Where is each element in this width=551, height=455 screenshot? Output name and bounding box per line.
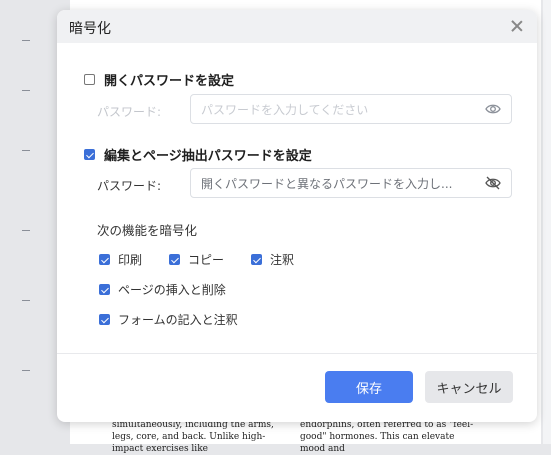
print-label: 印刷 [118, 253, 143, 267]
open-password-option[interactable]: 開くパスワードを設定 [84, 70, 234, 89]
open-password-placeholder: パスワードを入力してください [201, 102, 369, 117]
cancel-button[interactable]: キャンセル [425, 371, 513, 403]
scrollbar-track[interactable] [543, 0, 551, 444]
dialog-header: 暗号化 [57, 10, 537, 43]
annotate-checkbox[interactable] [251, 254, 262, 265]
document-edge-marks [22, 0, 32, 444]
open-password-field-label: パスワード: [97, 105, 162, 119]
edit-password-input[interactable]: 開くパスワードと異なるパスワードを入力し... [190, 168, 512, 198]
document-text-column-2: endorphins, often referred to as "feel-g… [300, 420, 474, 454]
edit-password-field-label: パスワード: [97, 179, 162, 193]
option-annotate[interactable]: 注釈 [251, 251, 294, 268]
open-password-checkbox[interactable] [84, 74, 95, 85]
insert-delete-checkbox[interactable] [99, 284, 110, 295]
print-checkbox[interactable] [99, 254, 110, 265]
form-fill-label: フォームの記入と注釈 [118, 313, 238, 327]
option-copy[interactable]: コピー [169, 251, 224, 268]
open-password-label: 開くパスワードを設定 [104, 74, 235, 89]
edit-password-label: 編集とページ抽出パスワードを設定 [104, 149, 312, 164]
copy-label: コピー [188, 253, 225, 267]
footer-divider [57, 353, 537, 354]
edit-password-placeholder: 開くパスワードと異なるパスワードを入力し... [201, 176, 453, 191]
insert-delete-label: ページの挿入と削除 [118, 283, 226, 297]
edit-password-checkbox[interactable] [84, 149, 95, 160]
encrypt-features-heading: 次の機能を暗号化 [97, 223, 198, 238]
dialog-title: 暗号化 [69, 21, 111, 37]
eye-icon[interactable] [485, 102, 501, 116]
eye-off-icon[interactable] [485, 176, 501, 190]
open-password-input[interactable]: パスワードを入力してください [190, 94, 512, 124]
option-insert-delete-pages[interactable]: ページの挿入と削除 [99, 281, 226, 298]
option-print[interactable]: 印刷 [99, 251, 142, 268]
save-button[interactable]: 保存 [325, 371, 413, 403]
edit-password-option[interactable]: 編集とページ抽出パスワードを設定 [84, 145, 312, 164]
annotate-label: 注釈 [270, 253, 295, 267]
copy-checkbox[interactable] [169, 254, 180, 265]
form-fill-checkbox[interactable] [99, 314, 110, 325]
option-form-fill[interactable]: フォームの記入と注釈 [99, 311, 238, 328]
encryption-dialog: 暗号化 開くパスワードを設定 パスワード: パスワードを入力してください 編集と… [57, 10, 537, 422]
close-icon[interactable] [509, 18, 525, 34]
document-text-column-1: simultaneously, including the arms, legs… [112, 420, 274, 454]
